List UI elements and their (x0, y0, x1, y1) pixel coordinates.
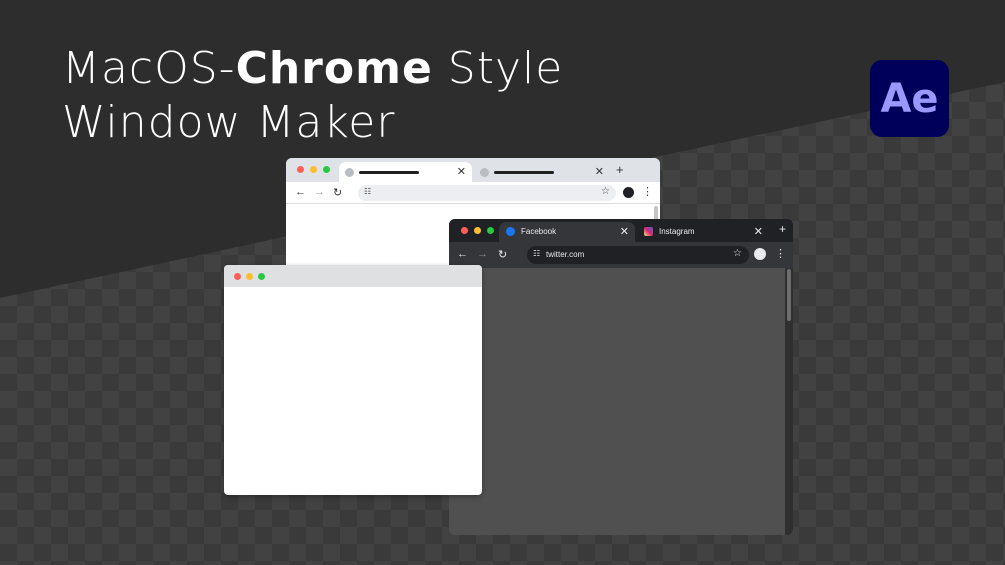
forward-arrow-icon[interactable]: → (477, 248, 488, 260)
tab-instagram[interactable]: Instagram ✕ (637, 222, 769, 242)
address-bar[interactable]: ☷ ☆ (358, 185, 616, 201)
browser-toolbar: ← → ↻ ☷ twitter.com ☆ ⋮ (449, 242, 793, 268)
close-window-button[interactable] (297, 166, 304, 173)
facebook-icon (506, 227, 515, 236)
dark-browser-window: Facebook ✕ Instagram ✕ + ← → ↻ ☷ twitter… (449, 219, 793, 535)
new-tab-icon[interactable]: + (616, 162, 624, 177)
tab-2[interactable]: ✕ (474, 162, 610, 182)
title-bold-word: Chrome (235, 43, 433, 94)
tab-bar: ✕ ✕ + (286, 158, 660, 182)
tab-label: Instagram (659, 227, 695, 236)
browser-toolbar: ← → ↻ ☷ ☆ ⋮ (286, 182, 660, 204)
kebab-menu-icon[interactable]: ⋮ (642, 185, 653, 198)
title-line-1: MacOS-Chrome Style (62, 42, 563, 96)
tab-label: Facebook (521, 227, 557, 236)
maximize-window-button[interactable] (323, 166, 330, 173)
plain-window (224, 265, 482, 495)
minimize-window-button[interactable] (474, 227, 481, 234)
close-tab-icon[interactable]: ✕ (754, 225, 763, 238)
title-line-2: Window Maker (62, 97, 396, 148)
close-tab-icon[interactable]: ✕ (457, 165, 466, 178)
tab-title-placeholder (359, 171, 419, 174)
title-prefix: MacOS- (62, 43, 236, 94)
tab-title-placeholder (494, 171, 554, 174)
instagram-icon (644, 227, 653, 236)
profile-avatar-icon[interactable] (754, 248, 766, 260)
favicon-placeholder-icon (480, 168, 489, 177)
url-text: twitter.com (546, 250, 585, 259)
favicon-placeholder-icon (345, 168, 354, 177)
minimize-window-button[interactable] (310, 166, 317, 173)
tab-1[interactable]: ✕ (339, 162, 472, 182)
back-arrow-icon[interactable]: ← (457, 248, 468, 260)
address-bar[interactable]: ☷ twitter.com ☆ (527, 246, 749, 264)
close-window-button[interactable] (234, 273, 241, 280)
bookmark-star-icon[interactable]: ☆ (733, 248, 742, 259)
minimize-window-button[interactable] (246, 273, 253, 280)
bookmark-star-icon[interactable]: ☆ (601, 186, 610, 197)
traffic-lights (234, 273, 265, 280)
reload-icon[interactable]: ↻ (498, 248, 507, 261)
kebab-menu-icon[interactable]: ⋮ (775, 247, 786, 260)
forward-arrow-icon[interactable]: → (314, 186, 325, 198)
close-tab-icon[interactable]: ✕ (620, 225, 629, 238)
profile-avatar-icon[interactable] (623, 187, 634, 198)
tab-facebook[interactable]: Facebook ✕ (499, 222, 635, 242)
new-tab-icon[interactable]: + (779, 222, 786, 236)
site-info-icon[interactable]: ☷ (364, 187, 371, 196)
reload-icon[interactable]: ↻ (333, 186, 342, 199)
page-title: MacOS-Chrome Style Window Maker (62, 42, 563, 150)
close-tab-icon[interactable]: ✕ (595, 165, 604, 178)
scrollbar-thumb[interactable] (787, 269, 791, 321)
traffic-lights (297, 166, 330, 173)
back-arrow-icon[interactable]: ← (295, 186, 306, 198)
close-window-button[interactable] (461, 227, 468, 234)
traffic-lights (461, 227, 494, 234)
title-suffix: Style (432, 43, 564, 94)
maximize-window-button[interactable] (487, 227, 494, 234)
maximize-window-button[interactable] (258, 273, 265, 280)
site-info-icon[interactable]: ☷ (533, 249, 540, 258)
title-bar[interactable] (224, 265, 482, 287)
tab-bar: Facebook ✕ Instagram ✕ + (449, 219, 793, 242)
after-effects-icon: Ae (870, 60, 949, 137)
ae-logo-text: Ae (880, 75, 939, 122)
